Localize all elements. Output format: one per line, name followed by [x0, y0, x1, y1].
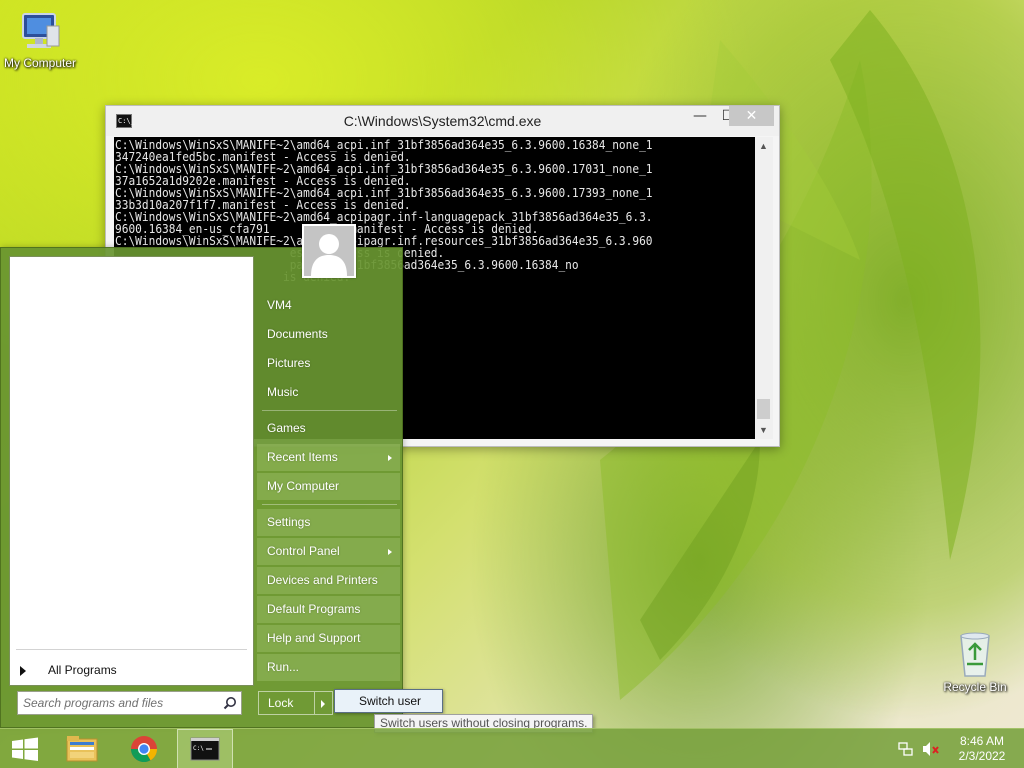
cmd-titlebar[interactable]: C:\_ C:\Windows\System32\cmd.exe — ☐ ✕ [106, 106, 779, 136]
my-computer-desktop-icon[interactable]: My Computer [0, 10, 80, 70]
close-button[interactable]: ✕ [729, 106, 774, 126]
start-item-label: Devices and Printers [267, 573, 378, 587]
recycle-bin-desktop-icon[interactable]: Recycle Bin [935, 630, 1015, 694]
my-computer-label: My Computer [3, 56, 77, 70]
start-item-label: Documents [267, 327, 328, 341]
start-item-label: Control Panel [267, 544, 340, 558]
network-icon[interactable] [898, 741, 914, 757]
windows-logo-icon [12, 737, 38, 761]
programs-divider [16, 649, 247, 650]
folder-icon [66, 736, 98, 762]
taskbar-chrome[interactable] [116, 729, 172, 768]
all-programs-label: All Programs [48, 663, 117, 677]
menu-separator [262, 504, 397, 505]
recycle-bin-label: Recycle Bin [943, 680, 1007, 694]
start-item-my-computer[interactable]: My Computer [257, 473, 400, 500]
start-item-documents[interactable]: Documents [257, 321, 400, 348]
start-button[interactable] [0, 729, 56, 768]
minimize-button[interactable]: — [686, 106, 714, 126]
start-item-label: Music [267, 385, 299, 399]
start-item-recent-items[interactable]: Recent Items [257, 444, 400, 471]
start-item-label: Run... [267, 660, 300, 674]
system-clock[interactable]: 8:46 AM 2/3/2022 [952, 734, 1012, 764]
chrome-icon [130, 736, 158, 763]
start-item-label: Pictures [267, 356, 311, 370]
start-item-label: Help and Support [267, 631, 361, 645]
command-prompt-icon: C:\ [190, 737, 220, 761]
start-item-games[interactable]: Games [257, 415, 400, 442]
start-item-vm4[interactable]: VM4 [257, 292, 400, 319]
cmd-window-title: C:\Windows\System32\cmd.exe [343, 113, 542, 129]
svg-text:C:\: C:\ [193, 745, 204, 752]
submenu-arrow-icon [388, 549, 392, 555]
programs-list-panel[interactable]: All Programs [9, 256, 254, 686]
start-item-label: Default Programs [267, 602, 361, 616]
start-item-label: My Computer [267, 479, 340, 493]
taskbar: C:\ 8:46 AM 2/3/2022 [0, 728, 1024, 768]
menu-separator [262, 410, 397, 411]
power-options-arrow-button[interactable] [315, 691, 333, 715]
scroll-up-icon[interactable]: ▲ [759, 141, 768, 151]
scroll-down-icon[interactable]: ▼ [759, 425, 768, 435]
start-search-box[interactable] [17, 691, 242, 715]
user-silhouette-icon [304, 226, 354, 276]
triangle-right-icon [20, 665, 26, 676]
start-item-music[interactable]: Music [257, 379, 400, 406]
speaker-muted-icon[interactable] [922, 741, 940, 757]
user-avatar[interactable] [302, 224, 356, 278]
all-programs-button[interactable]: All Programs [20, 663, 117, 677]
start-item-label: Games [267, 421, 306, 435]
chevron-right-icon [321, 700, 325, 708]
start-item-control-panel[interactable]: Control Panel [257, 538, 400, 565]
start-item-default-programs[interactable]: Default Programs [257, 596, 400, 623]
start-item-settings[interactable]: Settings [257, 509, 400, 536]
start-menu: All Programs VM4 Documents Pictures Musi… [0, 224, 403, 728]
start-item-devices-and-printers[interactable]: Devices and Printers [257, 567, 400, 594]
submenu-arrow-icon [388, 455, 392, 461]
scroll-thumb[interactable] [757, 399, 770, 419]
computer-icon [22, 13, 60, 48]
switch-user-menu-item[interactable]: Switch user [334, 689, 443, 713]
recycle-bin-icon [960, 632, 990, 677]
taskbar-file-explorer[interactable] [56, 729, 112, 768]
start-item-help-and-support[interactable]: Help and Support [257, 625, 400, 652]
lock-button[interactable]: Lock [258, 691, 315, 715]
start-item-label: VM4 [267, 298, 292, 312]
start-item-label: Recent Items [267, 450, 338, 464]
search-icon[interactable] [223, 696, 237, 710]
cmd-vertical-scrollbar[interactable]: ▲ ▼ [755, 137, 773, 439]
taskbar-cmd-active[interactable]: C:\ [177, 729, 233, 768]
search-input[interactable] [23, 695, 213, 711]
clock-date: 2/3/2022 [958, 749, 1006, 763]
start-item-pictures[interactable]: Pictures [257, 350, 400, 377]
start-item-run[interactable]: Run... [257, 654, 400, 681]
clock-time: 8:46 AM [959, 734, 1005, 748]
start-item-label: Settings [267, 515, 311, 529]
